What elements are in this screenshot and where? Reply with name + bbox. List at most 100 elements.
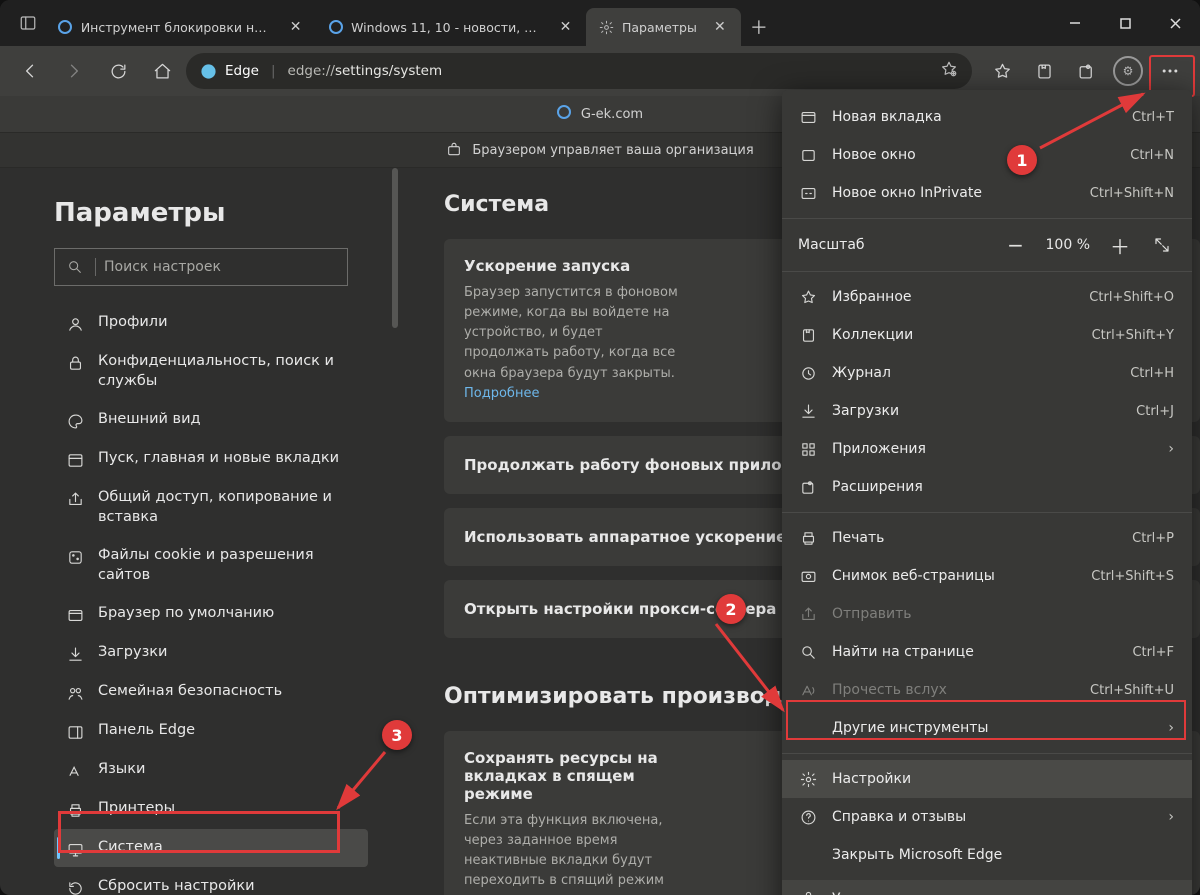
search-placeholder: Поиск настроек [104,259,221,275]
annotation-badge-2: 2 [716,594,746,624]
printer-icon [66,801,84,819]
share-icon [798,604,818,624]
menu-favorites[interactable]: ИзбранноеCtrl+Shift+O [782,278,1192,316]
sidebar-item-appearance[interactable]: Внешний вид [54,401,368,439]
new-tab-icon [798,107,818,127]
menu-new-tab[interactable]: Новая вкладкаCtrl+T [782,98,1192,136]
sidebar-item-family[interactable]: Семейная безопасность [54,673,368,711]
language-icon [66,762,84,780]
menu-extensions[interactable]: Расширения [782,468,1192,506]
sidebar-item-default-browser[interactable]: Браузер по умолчанию [54,595,368,633]
title-bar: Инструмент блокировки нежел ✕ Windows 11… [0,0,1200,46]
sidebar-item-edge-panel[interactable]: Панель Edge [54,712,368,750]
window-icon [66,451,84,469]
briefcase-icon [798,889,818,895]
window-icon [798,145,818,165]
menu-inprivate[interactable]: Новое окно InPrivateCtrl+Shift+N [782,174,1192,212]
home-button[interactable] [142,51,182,91]
menu-history[interactable]: ЖурналCtrl+H [782,354,1192,392]
palette-icon [66,412,84,430]
back-button[interactable] [10,51,50,91]
favorites-hub-icon[interactable] [982,51,1022,91]
minimize-button[interactable] [1050,0,1100,46]
zoom-out-button[interactable]: − [1000,229,1032,261]
share-icon [66,490,84,508]
favicon-circle-icon [58,19,73,35]
gear-icon [598,19,614,35]
url-text: edge://settings/system [288,63,443,79]
sidebar-item-downloads[interactable]: Загрузки [54,634,368,672]
favicon-circle-icon [557,105,571,123]
sidebar-item-cookies[interactable]: Файлы cookie и разрешения сайтов [54,537,368,594]
extensions-icon[interactable] [1066,51,1106,91]
sidebar-item-share[interactable]: Общий доступ, копирование и вставка [54,479,368,536]
menu-find[interactable]: Найти на страницеCtrl+F [782,633,1192,671]
menu-print[interactable]: ПечатьCtrl+P [782,519,1192,557]
inprivate-icon [798,183,818,203]
collections-icon[interactable] [1024,51,1064,91]
lock-icon [66,354,84,372]
tab-1[interactable]: Инструмент блокировки нежел ✕ [46,8,316,46]
sidebar-item-privacy[interactable]: Конфиденциальность, поиск и службы [54,343,368,400]
more-menu-button[interactable] [1150,51,1190,91]
card-desc: Если эта функция включена, через заданно… [464,811,684,895]
learn-more-link[interactable]: Подробнее [464,386,539,401]
tab-3-settings[interactable]: Параметры ✕ [586,8,741,46]
profile-avatar[interactable]: ⚙ [1108,51,1148,91]
vertical-tabs-icon[interactable] [10,0,46,46]
zoom-percent: 100 % [1042,237,1094,253]
menu-read-aloud: Прочесть вслухCtrl+Shift+U [782,671,1192,709]
settings-sidebar: Параметры Поиск настроек Профили Конфиде… [0,168,392,895]
panel-icon [66,723,84,741]
person-icon [66,315,84,333]
brand-label: Edge [225,63,259,79]
sidebar-item-printers[interactable]: Принтеры [54,790,368,828]
tab-2[interactable]: Windows 11, 10 - новости, инст ✕ [316,8,586,46]
tab-label: Windows 11, 10 - новости, инст [351,20,543,35]
maximize-button[interactable] [1100,0,1150,46]
card-title: Сохранять ресурсы на вкладках в спящем р… [464,749,684,803]
sidebar-item-languages[interactable]: Языки [54,751,368,789]
search-input[interactable]: Поиск настроек [54,248,348,286]
menu-apps[interactable]: Приложения› [782,430,1192,468]
menu-org-managed[interactable]: Управляет ваша организация [782,880,1192,895]
toolbar: Edge | edge://settings/system ⚙ [0,46,1200,96]
menu-share: Отправить [782,595,1192,633]
address-bar[interactable]: Edge | edge://settings/system [186,53,972,89]
family-icon [66,684,84,702]
sidebar-item-start[interactable]: Пуск, главная и новые вкладки [54,440,368,478]
tab-label: Инструмент блокировки нежел [81,20,274,35]
close-icon[interactable]: ✕ [287,18,304,36]
new-tab-button[interactable]: ＋ [741,8,777,46]
chevron-right-icon: › [1168,441,1174,457]
printer-icon [798,528,818,548]
reset-icon [66,879,84,895]
browser-icon [66,606,84,624]
refresh-button[interactable] [98,51,138,91]
star-icon [798,287,818,307]
site-identity[interactable]: Edge [200,63,259,80]
sidebar-item-profiles[interactable]: Профили [54,304,368,342]
sidebar-item-system[interactable]: Система [54,829,368,867]
menu-settings[interactable]: Настройки [782,760,1192,798]
help-icon [798,807,818,827]
menu-downloads[interactable]: ЗагрузкиCtrl+J [782,392,1192,430]
menu-capture[interactable]: Снимок веб-страницыCtrl+Shift+S [782,557,1192,595]
menu-new-window[interactable]: Новое окноCtrl+N [782,136,1192,174]
forward-button[interactable] [54,51,94,91]
menu-collections[interactable]: КоллекцииCtrl+Shift+Y [782,316,1192,354]
menu-help[interactable]: Справка и отзывы› [782,798,1192,836]
cookie-icon [66,548,84,566]
favorite-star-icon[interactable] [940,60,958,82]
menu-more-tools[interactable]: Другие инструменты› [782,709,1192,747]
puzzle-icon [798,477,818,497]
menu-close-edge[interactable]: Закрыть Microsoft Edge [782,836,1192,874]
sidebar-item-reset[interactable]: Сбросить настройки [54,868,368,895]
close-icon[interactable]: ✕ [557,18,574,36]
close-icon[interactable]: ✕ [711,18,729,36]
tab-label: Параметры [622,20,697,35]
zoom-in-button[interactable]: ＋ [1104,229,1136,261]
close-window-button[interactable] [1150,0,1200,46]
window-controls [1050,0,1200,46]
fullscreen-button[interactable] [1146,229,1178,261]
